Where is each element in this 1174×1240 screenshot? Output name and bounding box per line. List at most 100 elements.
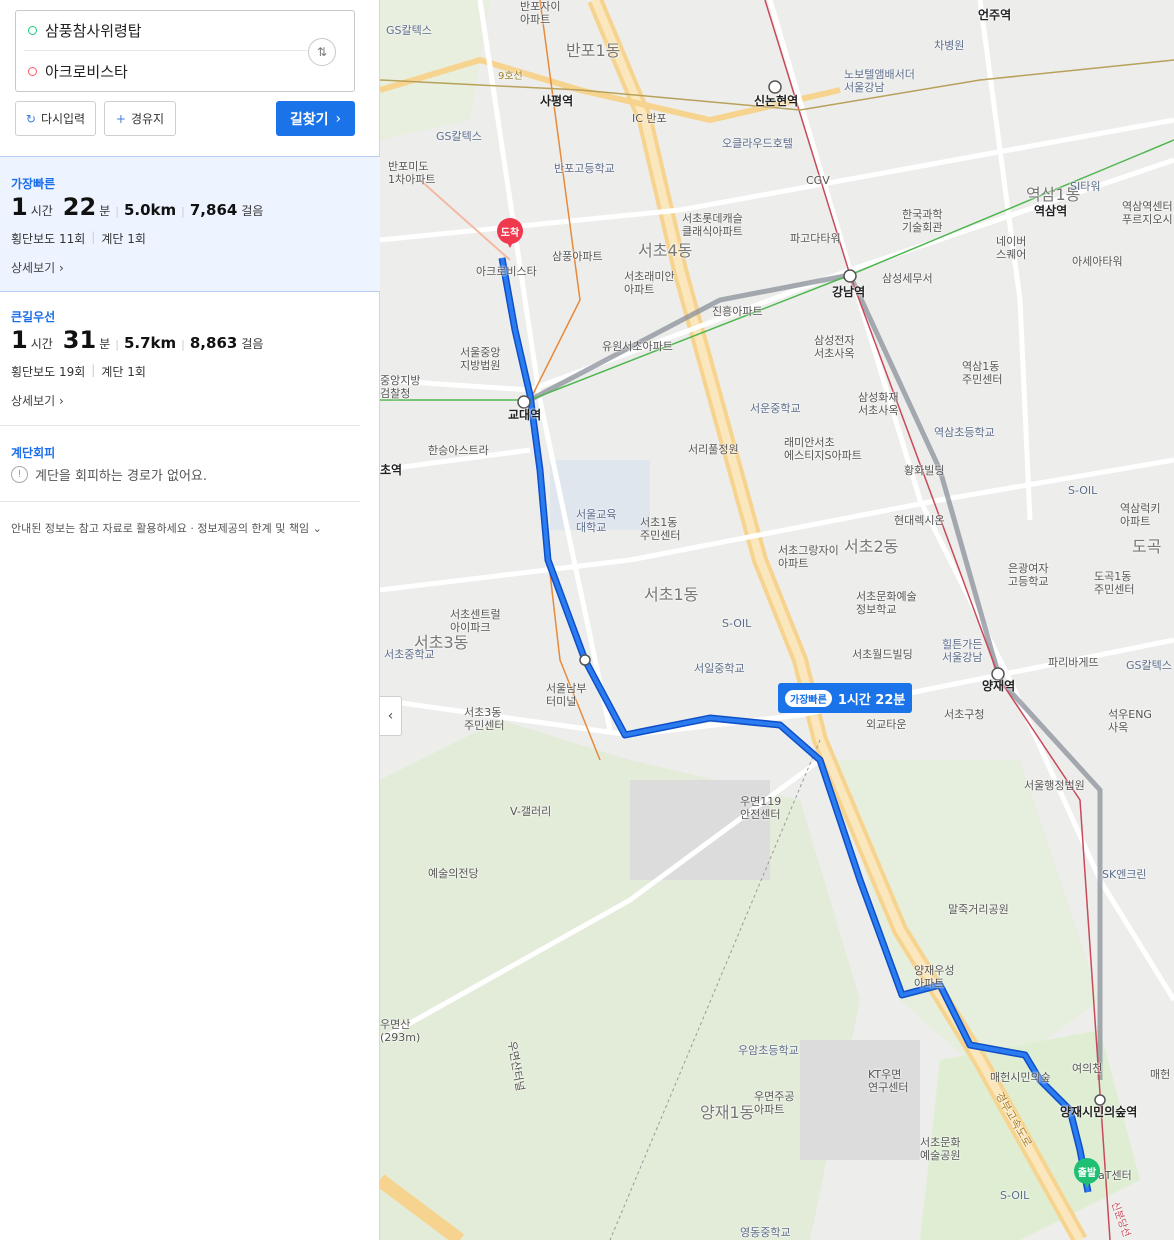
map-label: GS칼텍스	[436, 130, 482, 143]
map-label: 초역	[380, 463, 403, 477]
map-label: 유원서초아파트	[602, 340, 673, 353]
map-label: GS칼텍스	[1126, 659, 1172, 672]
route-details: 횡단보도 19회 | 계단 1회	[11, 363, 146, 380]
route-detail-link[interactable]: 상세보기 ›	[11, 259, 64, 276]
map-label: 래미안서초 에스티지S아파트	[784, 436, 862, 462]
route-distance: 5.7km	[123, 334, 177, 352]
map-label: 서울교육 대학교	[576, 508, 617, 534]
collapse-panel-button[interactable]: ‹	[380, 696, 402, 736]
stair-avoid-message: ! 계단을 회피하는 경로가 없어요.	[11, 465, 207, 484]
crosswalk-count: 횡단보도 11회	[11, 232, 86, 246]
map-label: 양재역	[982, 679, 1016, 693]
hours-unit: 시간	[30, 337, 53, 351]
map-label: 양재1동	[700, 1103, 755, 1122]
map-label: 말죽거리공원	[948, 903, 1009, 916]
map-label: 서초문화 예술공원	[920, 1136, 961, 1162]
reset-button[interactable]: ↻ 다시입력	[15, 101, 96, 136]
map-label: 우면주공 아파트	[754, 1090, 795, 1116]
umyeon-mountain-area	[380, 720, 860, 1240]
map-label: V-갤러리	[510, 805, 552, 818]
map-label: 서초센트럴 아이파크	[450, 608, 501, 634]
disclaimer-link[interactable]: 안내된 정보는 참고 자료로 활용하세요 · 정보제공의 한계 및 책임 ⌄	[11, 520, 322, 536]
map-label: 매헌시민의숲	[990, 1071, 1051, 1084]
start-place-text: 삼풍참사위령탑	[45, 22, 142, 40]
chevron-right-icon: ›	[335, 110, 342, 127]
map-label: 삼풍아파트	[552, 250, 603, 263]
separator: |	[115, 205, 119, 218]
map-label: 언주역	[978, 8, 1012, 22]
destination-pin[interactable]: 도착	[497, 218, 523, 252]
map-label: 반포자이 아파트	[520, 0, 561, 26]
destination-pin-label: 도착	[497, 218, 523, 244]
map-label: 여의천	[1072, 1062, 1103, 1075]
building-block	[800, 1040, 920, 1160]
route-option-main-road[interactable]: 큰길우선 1 시간 31 분 | 5.7km | 8,863 걸음 횡단보도 1…	[0, 294, 360, 426]
route-detail-link[interactable]: 상세보기 ›	[11, 392, 64, 409]
map-label: S-OIL	[1000, 1189, 1030, 1202]
map-label: 서울중앙 지방법원	[460, 346, 501, 372]
map-label: 반포고등학교	[554, 162, 615, 175]
route-stats: 1 시간 22 분 | 5.0km | 7,864 걸음	[11, 193, 263, 221]
map-label: KT우면 연구센터	[868, 1068, 909, 1094]
map-label: 현대렉시온	[894, 514, 945, 527]
map-label: 강남역	[832, 285, 866, 299]
map-label: 삼성화재 서초사옥	[858, 391, 899, 417]
map-label: 한승아스트라	[428, 444, 489, 457]
map-label: 우면119 안전센터	[740, 795, 782, 821]
map-label: 서초1동	[644, 585, 699, 604]
park-area	[380, 0, 490, 140]
minutes-unit: 분	[99, 337, 111, 351]
route-hours: 1	[11, 193, 28, 221]
swap-places-button[interactable]: ⇅	[308, 38, 336, 66]
map-canvas[interactable]: 반포자이 아파트 반포1동 언주역 GS칼텍스 차병원 노보텔앰배서더 서울강남 신…	[380, 0, 1174, 1240]
route-minutes: 31	[62, 326, 97, 354]
map-label: 영동중학교	[740, 1226, 791, 1239]
map-label: 사평역	[540, 94, 574, 108]
stair-count: 계단 1회	[101, 232, 146, 246]
map-label: GS칼텍스	[386, 24, 432, 37]
map-label: 서초중학교	[384, 648, 435, 661]
stair-avoid-text: 계단을 회피하는 경로가 없어요.	[35, 469, 208, 484]
crosswalk-count: 횡단보도 19회	[11, 365, 86, 379]
end-place-field[interactable]: 아크로비스타	[16, 51, 316, 91]
map-label: 역삼1동 주민센터	[962, 360, 1003, 386]
steps-unit: 걸음	[241, 337, 264, 351]
map-label: 외교타운	[866, 718, 907, 731]
map-label: 매헌	[1150, 1068, 1171, 1081]
route-time-tag[interactable]: 가장빠른 1시간 22분	[778, 683, 913, 713]
route-steps: 7,864	[189, 201, 238, 219]
map-label: 양재시민의숲역	[1060, 1105, 1138, 1119]
start-pin-label: 출발	[1074, 1158, 1100, 1184]
route-stats: 1 시간 31 분 | 5.7km | 8,863 걸음	[11, 326, 263, 354]
detail-link-label: 상세보기	[11, 261, 56, 275]
route-option-fastest[interactable]: 가장빠른 1 시간 22 분 | 5.0km | 7,864 걸음 횡단보도 1…	[0, 156, 380, 292]
map-label: aT센터	[1098, 1169, 1132, 1182]
map-label: 파리바게뜨	[1048, 656, 1099, 669]
map-label: 서초4동	[638, 241, 693, 260]
route-details: 횡단보도 11회 | 계단 1회	[11, 230, 146, 247]
find-route-button[interactable]: 길찾기 ›	[276, 101, 355, 136]
add-waypoint-button[interactable]: + 경유지	[104, 101, 176, 136]
map-label: 역삼럭키 아파트	[1120, 502, 1161, 528]
chevron-left-icon: ‹	[387, 708, 394, 724]
map-label: SK엔크린	[1102, 868, 1147, 881]
map-label: 아세아타워	[1072, 255, 1123, 268]
steps-unit: 걸음	[241, 204, 264, 218]
map-label: 도곡1동 주민센터	[1094, 570, 1135, 596]
route-hours: 1	[11, 326, 28, 354]
route-search-box: 삼풍참사위령탑 아크로비스타 ⇅	[15, 10, 355, 92]
disclaimer-text: 안내된 정보는 참고 자료로 활용하세요 · 정보제공의 한계 및 책임	[11, 522, 310, 535]
detail-link-label: 상세보기	[11, 394, 56, 408]
map-label: 역삼역	[1034, 204, 1068, 218]
map-label: 우암초등학교	[738, 1044, 799, 1057]
route-type-label: 가장빠른	[11, 177, 56, 191]
start-pin[interactable]: 출발	[1074, 1158, 1100, 1192]
separator: |	[181, 205, 185, 218]
map-label: 역삼역센터 푸르지오시	[1122, 200, 1173, 226]
map-label: SI타워	[1070, 180, 1101, 193]
minutes-unit: 분	[99, 204, 111, 218]
map-label: 파고다타워	[790, 232, 841, 245]
map-label: 교대역	[508, 408, 542, 422]
map-label: 서초1동 주민센터	[640, 516, 681, 542]
start-place-field[interactable]: 삼풍참사위령탑	[24, 11, 316, 51]
